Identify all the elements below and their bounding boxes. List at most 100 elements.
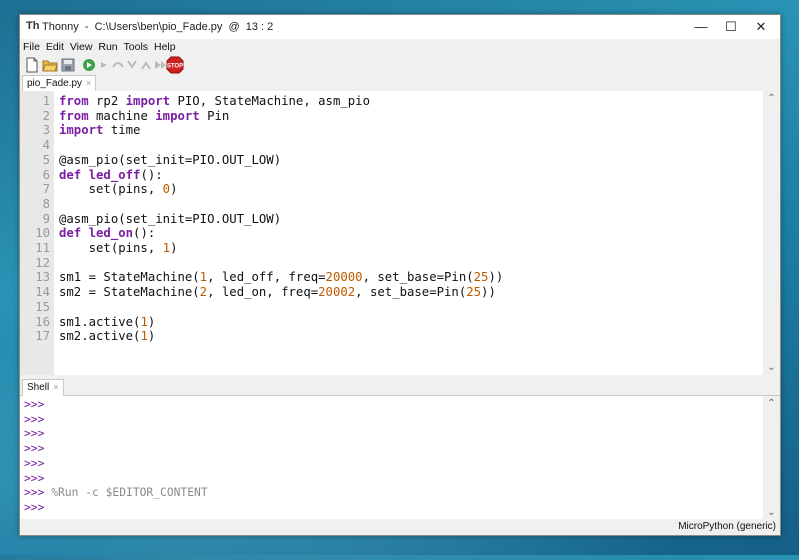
shell-line: >>>: [24, 413, 44, 428]
shell-prompt: >>>: [24, 398, 45, 411]
maximize-button[interactable]: ☐: [716, 17, 746, 37]
shell-prompt: >>>: [24, 427, 45, 441]
line-number: 1: [42, 94, 50, 108]
thonny-window: Th Thonny - C:\Users\ben\pio_Fade.py @ 1…: [19, 14, 781, 536]
shell-line: >>>: [24, 501, 44, 516]
keyword-token: import: [125, 94, 171, 108]
line-number: 14: [35, 285, 50, 300]
keyword-token: def: [59, 167, 82, 182]
tab-pio-fade[interactable]: pio_Fade.py ×: [22, 75, 97, 92]
shell-line: >>>: [24, 442, 44, 457]
toolbar: STOP: [20, 55, 780, 77]
title-bar: Th Thonny - C:\Users\ben\pio_Fade.py @ 1…: [20, 15, 780, 39]
line-number: 11: [35, 241, 50, 255]
code-text: sm1.active(1): [59, 314, 156, 329]
shell-scroll-up-icon[interactable]: ⌃: [763, 398, 780, 409]
line-number: 6: [42, 167, 50, 182]
line-number: 7: [42, 182, 50, 197]
menu-view[interactable]: View: [70, 39, 93, 55]
run-icon[interactable]: [81, 57, 97, 73]
code-text: set(pins, 0): [59, 182, 178, 197]
line-number: 3: [42, 123, 50, 138]
line-number: 4: [42, 138, 50, 153]
number-token: 2: [199, 285, 208, 300]
shell-command: %Run -c $EDITOR_CONTENT: [44, 486, 208, 500]
menu-tools[interactable]: Tools: [124, 39, 149, 55]
window-title: Thonny - C:\Users\ben\pio_Fade.py @ 13 :…: [42, 21, 274, 33]
shell-scrollbar[interactable]: ⌃ ⌄: [763, 396, 780, 520]
menu-run[interactable]: Run: [98, 39, 117, 55]
shell-prompt: >>>: [24, 471, 45, 485]
shell-prompt: >>>: [24, 412, 45, 426]
shell-line: >>>: [24, 457, 44, 472]
new-file-icon[interactable]: [24, 57, 40, 73]
open-folder-icon[interactable]: [42, 57, 58, 73]
shell-tab-close-icon[interactable]: ×: [53, 382, 58, 392]
function-name-token: led_off: [88, 167, 141, 182]
line-number: 5: [42, 152, 50, 167]
code-text: def led_on():: [59, 226, 156, 241]
stop-icon[interactable]: STOP: [166, 56, 184, 74]
code-text: def led_off():: [59, 167, 163, 182]
code-text: from rp2 import PIO, StateMachine, asm_p…: [59, 94, 370, 108]
tab-close-icon[interactable]: ×: [86, 78, 91, 88]
line-number: 13: [35, 270, 50, 285]
shell-scroll-down-icon[interactable]: ⌄: [763, 507, 780, 518]
line-number: 16: [35, 314, 50, 329]
number-token: 1: [140, 314, 148, 329]
number-token: 25: [473, 270, 489, 285]
line-number: 2: [42, 108, 50, 123]
stop-icon-label: STOP: [167, 64, 183, 70]
number-token: 1: [162, 241, 171, 255]
code-text: import time: [59, 123, 141, 138]
code-text: sm2 = StateMachine(2, led_on, freq=20002…: [59, 285, 496, 300]
line-number: 12: [35, 255, 50, 270]
line-number: 8: [42, 196, 50, 211]
line-number: 15: [35, 299, 50, 314]
number-token: 1: [199, 270, 208, 285]
interpreter-selector[interactable]: MicroPython (generic): [678, 521, 776, 532]
number-token: 0: [162, 182, 171, 197]
code-text: from machine import Pin: [59, 108, 230, 123]
code-text: sm1 = StateMachine(1, led_off, freq=2000…: [59, 270, 504, 285]
keyword-token: from: [59, 108, 89, 123]
number-token: 20000: [325, 270, 363, 285]
shell-tab-label: Shell: [27, 382, 50, 393]
status-bar: MicroPython (generic): [20, 519, 780, 535]
shell-prompt: >>>: [24, 500, 45, 514]
shell-line: >>>: [24, 472, 44, 487]
line-number: 17: [35, 329, 50, 344]
keyword-token: from: [59, 94, 89, 108]
code-text: set(pins, 1): [59, 241, 178, 255]
code-editor[interactable]: 1 from rp2 import PIO, StateMachine, asm_…: [20, 91, 764, 375]
save-icon[interactable]: [60, 57, 76, 73]
minimize-button[interactable]: —: [686, 17, 716, 37]
close-button[interactable]: ✕: [746, 17, 776, 37]
number-token: 1: [140, 329, 148, 344]
menu-edit[interactable]: Edit: [46, 39, 64, 55]
code-text: @asm_pio(set_init=PIO.OUT_LOW): [59, 211, 282, 226]
code-text: sm2.active(1): [59, 329, 156, 344]
shell-line: >>>: [24, 398, 44, 413]
shell-line: >>>: [24, 427, 44, 442]
shell-prompt: >>>: [24, 486, 45, 500]
editor-scrollbar[interactable]: ⌃ ⌄: [763, 91, 780, 375]
line-number: 9: [42, 211, 50, 226]
menu-help[interactable]: Help: [154, 39, 176, 55]
number-token: 20002: [318, 285, 356, 300]
keyword-token: import: [155, 108, 200, 123]
keyword-token: import: [59, 123, 104, 138]
editor-tabs: pio_Fade.py ×: [20, 75, 780, 92]
thonny-app-icon: Th: [26, 20, 40, 32]
shell-console[interactable]: >>> >>> >>> >>> >>> >>> >>> %Run -c $EDITOR_CO…: [20, 396, 764, 520]
shell-tabs: Shell ×: [20, 379, 780, 396]
shell-prompt: >>>: [24, 442, 45, 456]
tab-label: pio_Fade.py: [27, 78, 83, 89]
function-name-token: led_on: [88, 226, 134, 241]
scroll-up-icon[interactable]: ⌃: [763, 93, 780, 104]
tab-shell[interactable]: Shell ×: [22, 379, 64, 396]
scroll-down-icon[interactable]: ⌄: [763, 362, 780, 373]
line-number: 10: [35, 226, 50, 241]
menu-file[interactable]: File: [23, 39, 40, 55]
code-text: @asm_pio(set_init=PIO.OUT_LOW): [59, 152, 282, 167]
